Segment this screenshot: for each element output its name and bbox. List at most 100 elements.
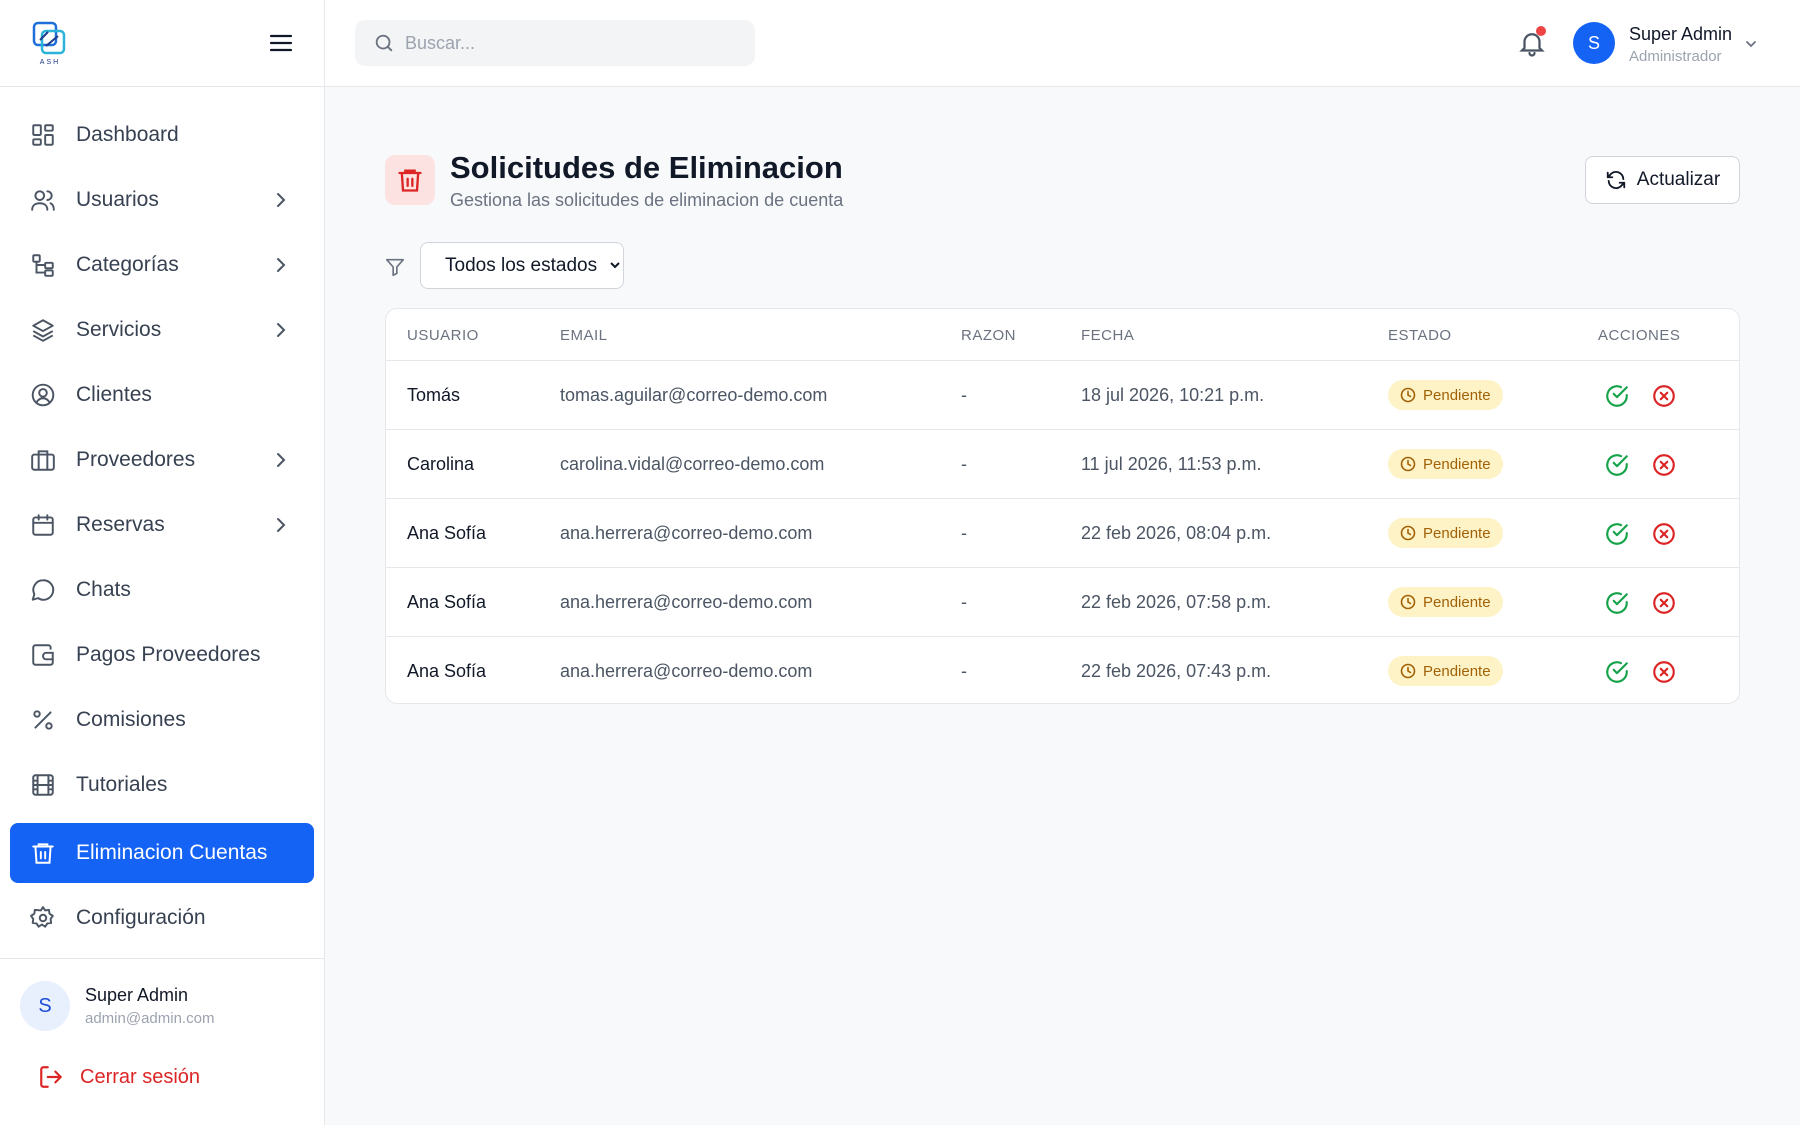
table-row: Carolina carolina.vidal@correo-demo.com … <box>386 430 1739 499</box>
sidebar-item-configuracion[interactable]: Configuración <box>10 888 314 948</box>
sidebar-footer: S Super Admin admin@admin.com Cerrar ses… <box>0 958 325 1125</box>
filter-icon <box>385 258 405 277</box>
briefcase-icon <box>30 447 56 473</box>
cell-fecha: 22 feb 2026, 08:04 p.m. <box>1081 523 1272 543</box>
sidebar-item-usuarios[interactable]: Usuarios <box>10 170 314 230</box>
status-badge: Pendiente <box>1388 518 1503 548</box>
user-menu[interactable]: S Super Admin Administrador <box>1573 22 1773 66</box>
sidebar-item-eliminacion-cuentas[interactable]: Eliminacion Cuentas <box>10 823 314 883</box>
cell-email: ana.herrera@correo-demo.com <box>560 661 813 681</box>
chevron-right-icon <box>272 320 290 340</box>
chevron-right-icon <box>272 450 290 470</box>
sidebar-item-tutoriales[interactable]: Tutoriales <box>10 755 314 815</box>
cell-usuario: Tomás <box>407 385 461 405</box>
sidebar-header: ASH <box>0 0 324 87</box>
status-text: Pendiente <box>1423 593 1491 611</box>
cell-email: ana.herrera@correo-demo.com <box>560 523 813 543</box>
user-name: Super Admin <box>85 985 189 1005</box>
check-circle-icon <box>1606 661 1628 683</box>
clock-icon <box>1400 594 1416 610</box>
page-subtitle: Gestiona las solicitudes de eliminacion … <box>450 190 844 210</box>
logout-button[interactable]: Cerrar sesión <box>38 1064 200 1090</box>
sidebar-item-reservas[interactable]: Reservas <box>10 495 314 555</box>
reject-button[interactable] <box>1651 659 1677 685</box>
avatar: S <box>1573 22 1615 64</box>
refresh-label: Actualizar <box>1636 169 1721 190</box>
status-badge: Pendiente <box>1388 449 1503 479</box>
notifications-button[interactable] <box>1517 26 1547 58</box>
percent-icon <box>30 707 56 733</box>
cell-razon: - <box>961 661 967 681</box>
avatar[interactable]: S <box>20 981 70 1031</box>
cell-email: carolina.vidal@correo-demo.com <box>560 454 825 474</box>
topbar: S Super Admin Administrador <box>325 0 1800 87</box>
sidebar-item-chats[interactable]: Chats <box>10 560 314 620</box>
chat-icon <box>30 577 56 603</box>
user-role: Administrador <box>1629 48 1722 65</box>
sidebar-item-label: Pagos Proveedores <box>76 643 261 666</box>
sidebar-item-label: Categorías <box>76 253 179 276</box>
reject-button[interactable] <box>1651 452 1677 478</box>
sidebar-item-label: Configuración <box>76 906 206 929</box>
sidebar-item-label: Servicios <box>76 318 162 341</box>
table-row: Ana Sofía ana.herrera@correo-demo.com - … <box>386 499 1739 568</box>
user-email: admin@admin.com <box>85 1010 215 1027</box>
user-circle-icon <box>30 382 56 408</box>
users-icon <box>30 187 56 213</box>
chevron-right-icon <box>272 190 290 210</box>
search-icon <box>375 34 393 52</box>
clock-icon <box>1400 387 1416 403</box>
column-header-usuario: USUARIO <box>407 327 479 344</box>
sidebar-item-clientes[interactable]: Clientes <box>10 365 314 425</box>
user-name: Super Admin <box>1629 24 1733 44</box>
gear-icon <box>30 905 56 931</box>
sidebar: ASH Dashboard Usuarios Categorías Servic… <box>0 0 325 1125</box>
approve-button[interactable] <box>1604 659 1630 685</box>
calendar-icon <box>30 512 56 538</box>
approve-button[interactable] <box>1604 590 1630 616</box>
sidebar-item-label: Usuarios <box>76 188 159 211</box>
app-logo[interactable]: ASH <box>28 20 72 68</box>
cell-fecha: 11 jul 2026, 11:53 p.m. <box>1081 454 1262 474</box>
logout-icon <box>40 1066 62 1088</box>
search-input[interactable] <box>405 32 725 54</box>
status-filter-select[interactable]: Todos los estados <box>420 242 624 289</box>
sidebar-item-comisiones[interactable]: Comisiones <box>10 690 314 750</box>
cell-usuario: Ana Sofía <box>407 523 487 543</box>
cell-razon: - <box>961 454 967 474</box>
sidebar-item-categorias[interactable]: Categorías <box>10 235 314 295</box>
reject-button[interactable] <box>1651 590 1677 616</box>
sidebar-item-label: Dashboard <box>76 123 179 146</box>
x-circle-icon <box>1653 385 1675 407</box>
status-badge: Pendiente <box>1388 587 1503 617</box>
approve-button[interactable] <box>1604 383 1630 409</box>
menu-toggle-icon[interactable] <box>268 32 294 54</box>
column-header-fecha: FECHA <box>1081 327 1135 344</box>
status-text: Pendiente <box>1423 524 1491 542</box>
cell-usuario: Ana Sofía <box>407 661 487 681</box>
search-bar[interactable] <box>355 20 755 66</box>
reject-button[interactable] <box>1651 521 1677 547</box>
status-badge: Pendiente <box>1388 380 1503 410</box>
x-circle-icon <box>1653 454 1675 476</box>
sidebar-item-servicios[interactable]: Servicios <box>10 300 314 360</box>
sidebar-item-label: Reservas <box>76 513 165 536</box>
sidebar-item-pagos-proveedores[interactable]: Pagos Proveedores <box>10 625 314 685</box>
column-header-razon: RAZON <box>961 327 1016 344</box>
clock-icon <box>1400 456 1416 472</box>
trash-icon <box>30 840 56 866</box>
layers-icon <box>30 317 56 343</box>
cell-razon: - <box>961 385 967 405</box>
reject-button[interactable] <box>1651 383 1677 409</box>
approve-button[interactable] <box>1604 452 1630 478</box>
status-text: Pendiente <box>1423 455 1491 473</box>
clock-icon <box>1400 663 1416 679</box>
sidebar-item-dashboard[interactable]: Dashboard <box>10 105 314 165</box>
column-header-email: EMAIL <box>560 327 608 344</box>
sidebar-item-proveedores[interactable]: Proveedores <box>10 430 314 490</box>
refresh-button[interactable]: Actualizar <box>1585 156 1740 204</box>
approve-button[interactable] <box>1604 521 1630 547</box>
sidebar-item-label: Chats <box>76 578 131 601</box>
sidebar-item-label: Proveedores <box>76 448 196 471</box>
column-header-estado: ESTADO <box>1388 327 1452 344</box>
